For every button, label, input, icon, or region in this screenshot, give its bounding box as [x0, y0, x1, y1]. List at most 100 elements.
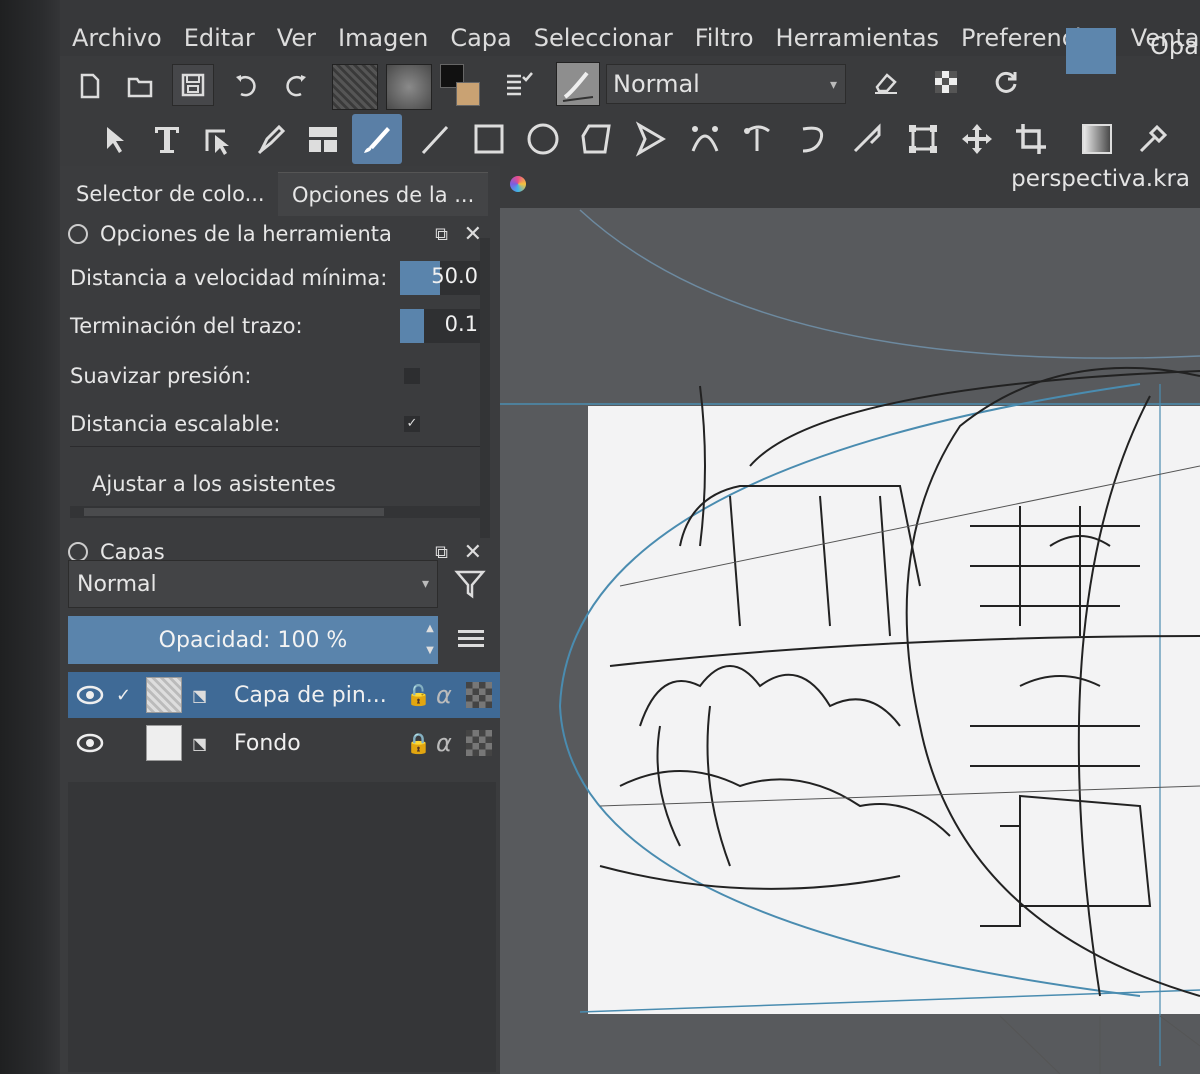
lock-icon[interactable]: 🔒 [406, 731, 431, 755]
multibrush-icon[interactable] [842, 114, 892, 164]
open-folder-icon[interactable] [120, 66, 160, 106]
snap-assistants-row: Ajustar a los asistentes [70, 464, 490, 504]
layer-name[interactable]: Fondo [234, 731, 301, 756]
current-color-swatch[interactable] [1066, 28, 1116, 74]
redo-icon[interactable] [276, 66, 316, 106]
layer-row-paint[interactable]: ✓ ⬔ Capa de pin... 🔓 α [68, 672, 500, 718]
menu-filtro[interactable]: Filtro [695, 24, 754, 56]
filter-icon[interactable] [454, 568, 486, 600]
layer-row-background[interactable]: ⬔ Fondo 🔒 α [68, 720, 500, 766]
rectangle-tool-icon[interactable] [464, 114, 514, 164]
min-speed-distance-slider[interactable]: 50.0 [400, 261, 484, 295]
freehand-path-icon[interactable] [734, 114, 784, 164]
layer-blend-mode-select[interactable]: Normal ▾ [68, 560, 438, 608]
polygon-tool-icon[interactable] [572, 114, 622, 164]
layers-list-empty-area [68, 782, 496, 1072]
layer-thumbnail [146, 677, 182, 713]
reload-preset-icon[interactable] [986, 62, 1026, 102]
perspective-sketch [500, 209, 1200, 1074]
layer-selected-check[interactable]: ✓ [116, 685, 131, 706]
dynamic-brush-icon[interactable] [788, 114, 838, 164]
unlock-icon[interactable]: 🔓 [406, 683, 431, 707]
main-toolbar: Normal ▾ Opa [60, 28, 1200, 114]
visibility-eye-icon[interactable] [76, 685, 104, 705]
brush-preset-icon[interactable] [556, 62, 600, 106]
min-speed-distance-label: Distancia a velocidad mínima: [70, 266, 388, 290]
crop-tool-icon[interactable] [1006, 114, 1056, 164]
polyline-tool-icon[interactable] [626, 114, 676, 164]
menu-ver[interactable]: Ver [277, 24, 316, 56]
visibility-eye-icon[interactable] [76, 733, 104, 753]
stroke-ending-label: Terminación del trazo: [70, 314, 303, 338]
tab-tool-options[interactable]: Opciones de la ... [278, 172, 488, 216]
brush-blend-mode-value: Normal [613, 70, 700, 98]
min-speed-distance-row: Distancia a velocidad mínima: 50.0 [70, 258, 490, 298]
alpha-lock-icon[interactable]: α [436, 729, 452, 757]
smooth-pressure-label: Suavizar presión: [70, 364, 252, 388]
chevron-down-icon: ▾ [421, 576, 429, 592]
float-panel-icon[interactable]: ⧉ [435, 224, 448, 245]
line-tool-icon[interactable] [410, 114, 460, 164]
layer-name[interactable]: Capa de pin... [234, 683, 387, 708]
new-document-icon[interactable] [70, 66, 110, 106]
tool-options-hscrollbar[interactable] [70, 506, 480, 518]
menu-archivo[interactable]: Archivo [72, 24, 162, 56]
menu-capa[interactable]: Capa [450, 24, 511, 56]
text-tool-icon[interactable] [142, 114, 192, 164]
fg-bg-color-icon[interactable] [440, 64, 486, 110]
edit-shapes-icon[interactable] [194, 114, 244, 164]
canvas-area[interactable]: perspectiva.kra [500, 166, 1200, 1074]
transform-tool-icon[interactable] [898, 114, 948, 164]
snap-assistants-label[interactable]: Ajustar a los asistentes [92, 472, 336, 496]
select-shapes-icon[interactable] [90, 114, 140, 164]
collapse-icon[interactable] [68, 224, 88, 244]
scroll-thumb[interactable] [84, 508, 384, 516]
tool-options-scrollbar[interactable] [480, 238, 490, 538]
tab-color-selector[interactable]: Selector de colo... [76, 172, 265, 216]
stroke-ending-value: 0.1 [444, 312, 478, 336]
eraser-icon[interactable] [866, 62, 906, 102]
brush-blend-mode-select[interactable]: Normal ▾ [606, 64, 846, 104]
layer-opacity-slider[interactable]: Opacidad: 100 % [68, 616, 438, 664]
freehand-brush-icon[interactable] [352, 114, 402, 164]
krita-window: Archivo Editar Ver Imagen Capa Seleccion… [60, 0, 1200, 1074]
collapse-icon[interactable] [68, 542, 88, 562]
close-icon[interactable]: ✕ [464, 540, 482, 565]
scalable-distance-row: Distancia escalable: ✓ [70, 404, 490, 444]
chevron-down-icon: ▾ [829, 77, 837, 93]
save-icon[interactable] [172, 64, 214, 106]
opacity-spinner[interactable]: ▲ ▼ [422, 618, 438, 662]
min-speed-distance-value: 50.0 [431, 264, 478, 288]
calligraphy-icon[interactable] [246, 114, 296, 164]
inherit-alpha-icon[interactable] [466, 730, 492, 756]
menu-editar[interactable]: Editar [184, 24, 255, 56]
menu-seleccionar[interactable]: Seleccionar [534, 24, 673, 56]
smooth-pressure-checkbox[interactable] [404, 368, 420, 384]
docker-tabs: Selector de colo... Opciones de la ... [60, 166, 500, 216]
background-color[interactable] [456, 82, 480, 106]
brush-editor-icon[interactable] [498, 64, 538, 104]
gradient-picker-icon[interactable] [332, 64, 378, 110]
bezier-tool-icon[interactable] [680, 114, 730, 164]
pattern-picker-icon[interactable] [386, 64, 432, 110]
tool-options-header: Opciones de la herramienta ⧉ ✕ [60, 216, 500, 252]
device-bezel [0, 0, 60, 1074]
stroke-ending-slider[interactable]: 0.1 [400, 309, 484, 343]
layer-blend-mode-value: Normal [77, 571, 157, 597]
scalable-distance-checkbox[interactable]: ✓ [404, 416, 420, 432]
undo-icon[interactable] [226, 66, 266, 106]
smooth-pressure-row: Suavizar presión: [70, 356, 490, 396]
preserve-alpha-icon[interactable] [926, 62, 966, 102]
move-tool-icon[interactable] [952, 114, 1002, 164]
alpha-lock-icon[interactable]: α [436, 681, 452, 709]
gradient-tool-icon[interactable] [298, 114, 348, 164]
layer-thumbnail [146, 725, 182, 761]
ellipse-tool-icon[interactable] [518, 114, 568, 164]
inherit-alpha-icon[interactable] [466, 682, 492, 708]
menu-imagen[interactable]: Imagen [338, 24, 428, 56]
menu-herramientas[interactable]: Herramientas [776, 24, 939, 56]
layers-menu-icon[interactable] [458, 626, 484, 652]
gradient-fill-icon[interactable] [1072, 114, 1122, 164]
color-picker-icon[interactable] [1128, 114, 1178, 164]
divider [70, 446, 480, 447]
